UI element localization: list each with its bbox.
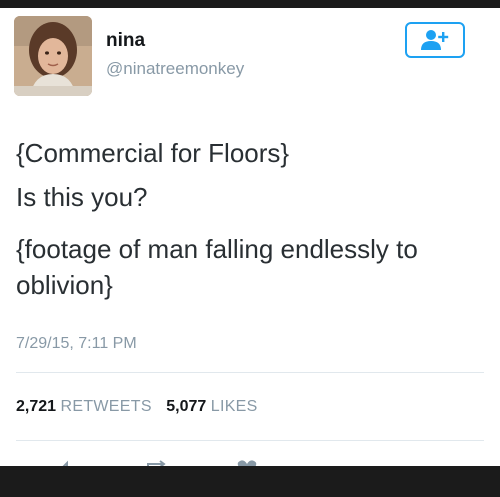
display-name[interactable]: nina [106,30,145,52]
bottom-edge [0,466,500,497]
likes-count: 5,077 [166,398,207,415]
retweets-stat[interactable]: 2,721 RETWEETS [16,398,152,416]
likes-stat[interactable]: 5,077 LIKES [166,398,257,416]
tweet-card: nina @ninatreemonkey {Commercial for Flo… [0,8,500,468]
follow-button[interactable] [405,22,465,58]
add-user-icon [421,30,449,50]
tweet-line: oblivion} [16,270,113,300]
tweet-line: {footage of man falling endlessly to [16,234,418,264]
retweets-count: 2,721 [16,398,57,415]
retweets-label: RETWEETS [60,398,152,415]
divider [16,372,484,373]
top-edge [0,0,500,8]
tweet-stats: 2,721 RETWEETS 5,077 LIKES [16,398,258,416]
tweet-timestamp[interactable]: 7/29/15, 7:11 PM [16,335,137,353]
divider [16,440,484,441]
likes-label: LIKES [210,398,258,415]
tweet-line: Is this you? [16,182,148,212]
avatar[interactable] [14,16,92,96]
tweet-line: {Commercial for Floors} [16,138,290,168]
avatar-image [14,16,92,96]
user-handle[interactable]: @ninatreemonkey [106,59,244,79]
